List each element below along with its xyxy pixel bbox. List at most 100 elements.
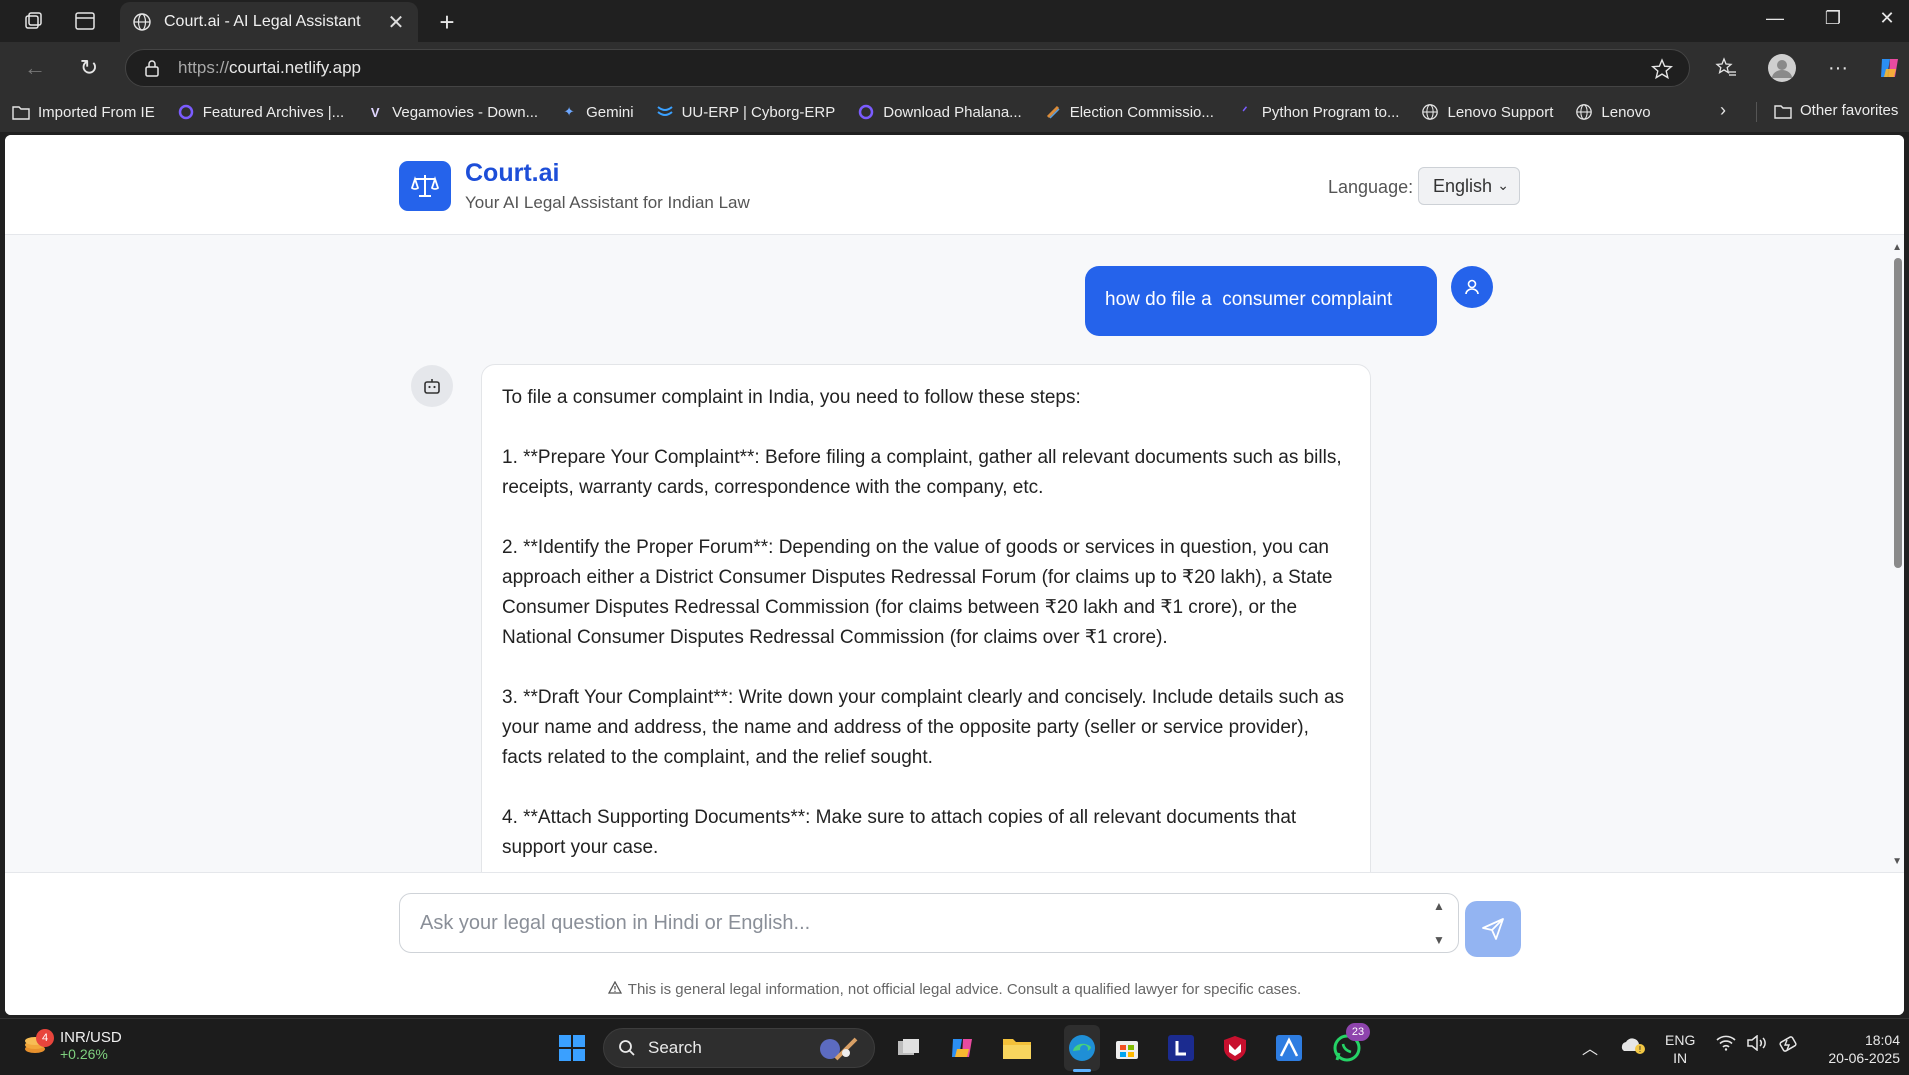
bot-paragraph: 1. **Prepare Your Complaint**: Before fi… [502, 447, 1342, 498]
input-scroll-arrows[interactable]: ▲ ▼ [1431, 899, 1447, 947]
profile-avatar-icon[interactable] [1766, 52, 1798, 84]
favorite-download-phalana[interactable]: Download Phalana... [857, 103, 1022, 121]
volume-icon[interactable] [1746, 1034, 1768, 1056]
mcafee-icon[interactable] [1218, 1031, 1252, 1065]
globe-icon [1421, 103, 1439, 121]
warning-icon [607, 980, 622, 998]
onedrive-warning-icon[interactable]: ! [1620, 1035, 1646, 1060]
user-avatar-icon [1451, 266, 1493, 308]
scroll-up-icon[interactable]: ▲ [1892, 242, 1902, 253]
show-hidden-icons-chevron-up-icon[interactable]: ︿ [1582, 1035, 1598, 1059]
favorite-featured-archives[interactable]: Featured Archives |... [177, 103, 344, 121]
taskbar-search[interactable]: Search [603, 1028, 875, 1068]
browser-toolbar: ← ↻ https://courtai.netlify.app ··· [0, 42, 1909, 92]
favorite-imported-from-ie[interactable]: Imported From IE [12, 103, 155, 121]
user-message: how do file a consumer complaint [1085, 266, 1437, 336]
language-label: Language: [1328, 177, 1414, 197]
python-site-icon: ᐟ [1242, 104, 1248, 119]
lock-icon[interactable] [144, 59, 160, 77]
system-clock[interactable]: 18:04 20-06-2025 [1818, 1031, 1900, 1067]
file-explorer-icon[interactable] [1000, 1031, 1034, 1065]
task-view-icon[interactable] [892, 1031, 926, 1065]
whatsapp-icon[interactable]: 23 [1330, 1023, 1370, 1065]
question-input[interactable]: Ask your legal question in Hindi or Engl… [399, 893, 1459, 953]
language-select[interactable]: English ⌄ [1418, 167, 1520, 205]
send-icon [1482, 918, 1504, 940]
other-favorites[interactable]: Other favorites [1774, 102, 1898, 119]
clock-time: 18:04 [1864, 1032, 1900, 1048]
copilot-icon[interactable] [1874, 52, 1906, 84]
widget-change: +0.26% [60, 1046, 108, 1062]
chat-scrollbar[interactable]: ▲ ▼ [1890, 236, 1904, 872]
folder-icon [12, 103, 30, 121]
new-tab-icon[interactable]: + [432, 7, 462, 38]
minimize-icon[interactable]: — [1760, 8, 1790, 29]
gemini-sparkle-icon: ✦ [563, 104, 575, 119]
start-button[interactable] [555, 1031, 589, 1065]
whatsapp-badge: 23 [1346, 1023, 1370, 1041]
favorite-election-commission[interactable]: Election Commissio... [1044, 103, 1214, 121]
folder-icon [1774, 103, 1792, 119]
active-app-indicator [1073, 1069, 1091, 1072]
svg-text:!: ! [1638, 1045, 1641, 1054]
wifi-icon[interactable] [1716, 1035, 1736, 1056]
favorite-star-icon[interactable] [1651, 58, 1673, 80]
close-tab-icon[interactable]: ✕ [386, 10, 406, 35]
active-tab[interactable]: Court.ai - AI Legal Assistant ✕ [120, 2, 418, 42]
scales-of-justice-icon [399, 161, 451, 211]
bot-avatar-icon [411, 365, 453, 407]
input-area: Ask your legal question in Hindi or Engl… [5, 872, 1904, 1015]
web-page: Court.ai Your AI Legal Assistant for Ind… [5, 135, 1904, 1015]
back-icon[interactable]: ← [20, 54, 50, 82]
restore-icon[interactable]: ❐ [1818, 8, 1848, 29]
favorite-uu-erp[interactable]: UU-ERP | Cyborg-ERP [656, 103, 835, 121]
refresh-icon[interactable]: ↻ [74, 54, 104, 82]
battery-charging-icon[interactable] [1778, 1035, 1800, 1058]
globe-icon [1575, 103, 1593, 121]
erp-logo-icon [656, 103, 674, 121]
clock-date: 20-06-2025 [1828, 1050, 1900, 1066]
scrollbar-thumb[interactable] [1894, 258, 1902, 568]
address-bar[interactable]: https://courtai.netlify.app [125, 49, 1690, 87]
lenovo-l-app-icon[interactable] [1164, 1031, 1198, 1065]
currency-widget-icon: 4 [22, 1028, 54, 1059]
archive-site-icon [177, 103, 195, 121]
favorite-lenovo-support[interactable]: Lenovo Support [1421, 103, 1553, 121]
azure-data-app-icon[interactable] [1272, 1031, 1306, 1065]
bot-paragraph: To file a consumer complaint in India, y… [502, 387, 1081, 408]
more-options-icon[interactable]: ··· [1822, 52, 1854, 84]
windows-taskbar: 4 INR/USD +0.26% Search 23 ︿ ! ENG IN 18… [0, 1018, 1909, 1075]
bot-paragraph: 4. **Attach Supporting Documents**: Make… [502, 807, 1297, 858]
question-input-placeholder: Ask your legal question in Hindi or Engl… [420, 911, 811, 934]
arrow-up-icon[interactable]: ▲ [1433, 899, 1445, 913]
v-logo-icon: V [370, 104, 380, 120]
edge-browser-icon[interactable] [1065, 1031, 1099, 1065]
favorites-icon[interactable] [1710, 52, 1742, 84]
chevron-right-icon[interactable]: › [1720, 100, 1726, 121]
scroll-down-icon[interactable]: ▼ [1892, 856, 1902, 867]
search-icon [619, 1040, 635, 1056]
disclaimer: This is general legal information, not o… [5, 980, 1904, 998]
favorites-divider [1756, 102, 1757, 122]
favorites-bar: Imported From IE Featured Archives |... … [0, 92, 1909, 132]
search-highlight-icon [816, 1035, 860, 1068]
send-button[interactable] [1465, 901, 1521, 957]
input-language[interactable]: ENG IN [1665, 1031, 1695, 1067]
favorite-lenovo[interactable]: Lenovo [1575, 103, 1651, 121]
browser-tab-strip: Court.ai - AI Legal Assistant ✕ + — ❐ ✕ [0, 0, 1909, 42]
currency-widget[interactable]: 4 INR/USD +0.26% [22, 1028, 122, 1062]
globe-icon [133, 13, 151, 31]
tab-actions-icon[interactable] [72, 9, 98, 33]
url-text[interactable]: https://courtai.netlify.app [178, 58, 1689, 78]
widget-badge: 4 [36, 1028, 54, 1047]
arrow-down-icon[interactable]: ▼ [1433, 933, 1445, 947]
favorite-vegamovies[interactable]: V Vegamovies - Down... [366, 103, 538, 121]
microsoft-store-icon[interactable] [1110, 1031, 1144, 1065]
bot-paragraph: 3. **Draft Your Complaint**: Write down … [502, 687, 1345, 768]
close-window-icon[interactable]: ✕ [1872, 8, 1902, 29]
favorite-python-program[interactable]: ᐟ Python Program to... [1236, 103, 1399, 121]
app-tagline: Your AI Legal Assistant for Indian Law [465, 193, 750, 212]
copilot-app-icon[interactable] [946, 1031, 980, 1065]
workspaces-icon[interactable] [20, 9, 46, 33]
favorite-gemini[interactable]: ✦ Gemini [560, 103, 634, 121]
